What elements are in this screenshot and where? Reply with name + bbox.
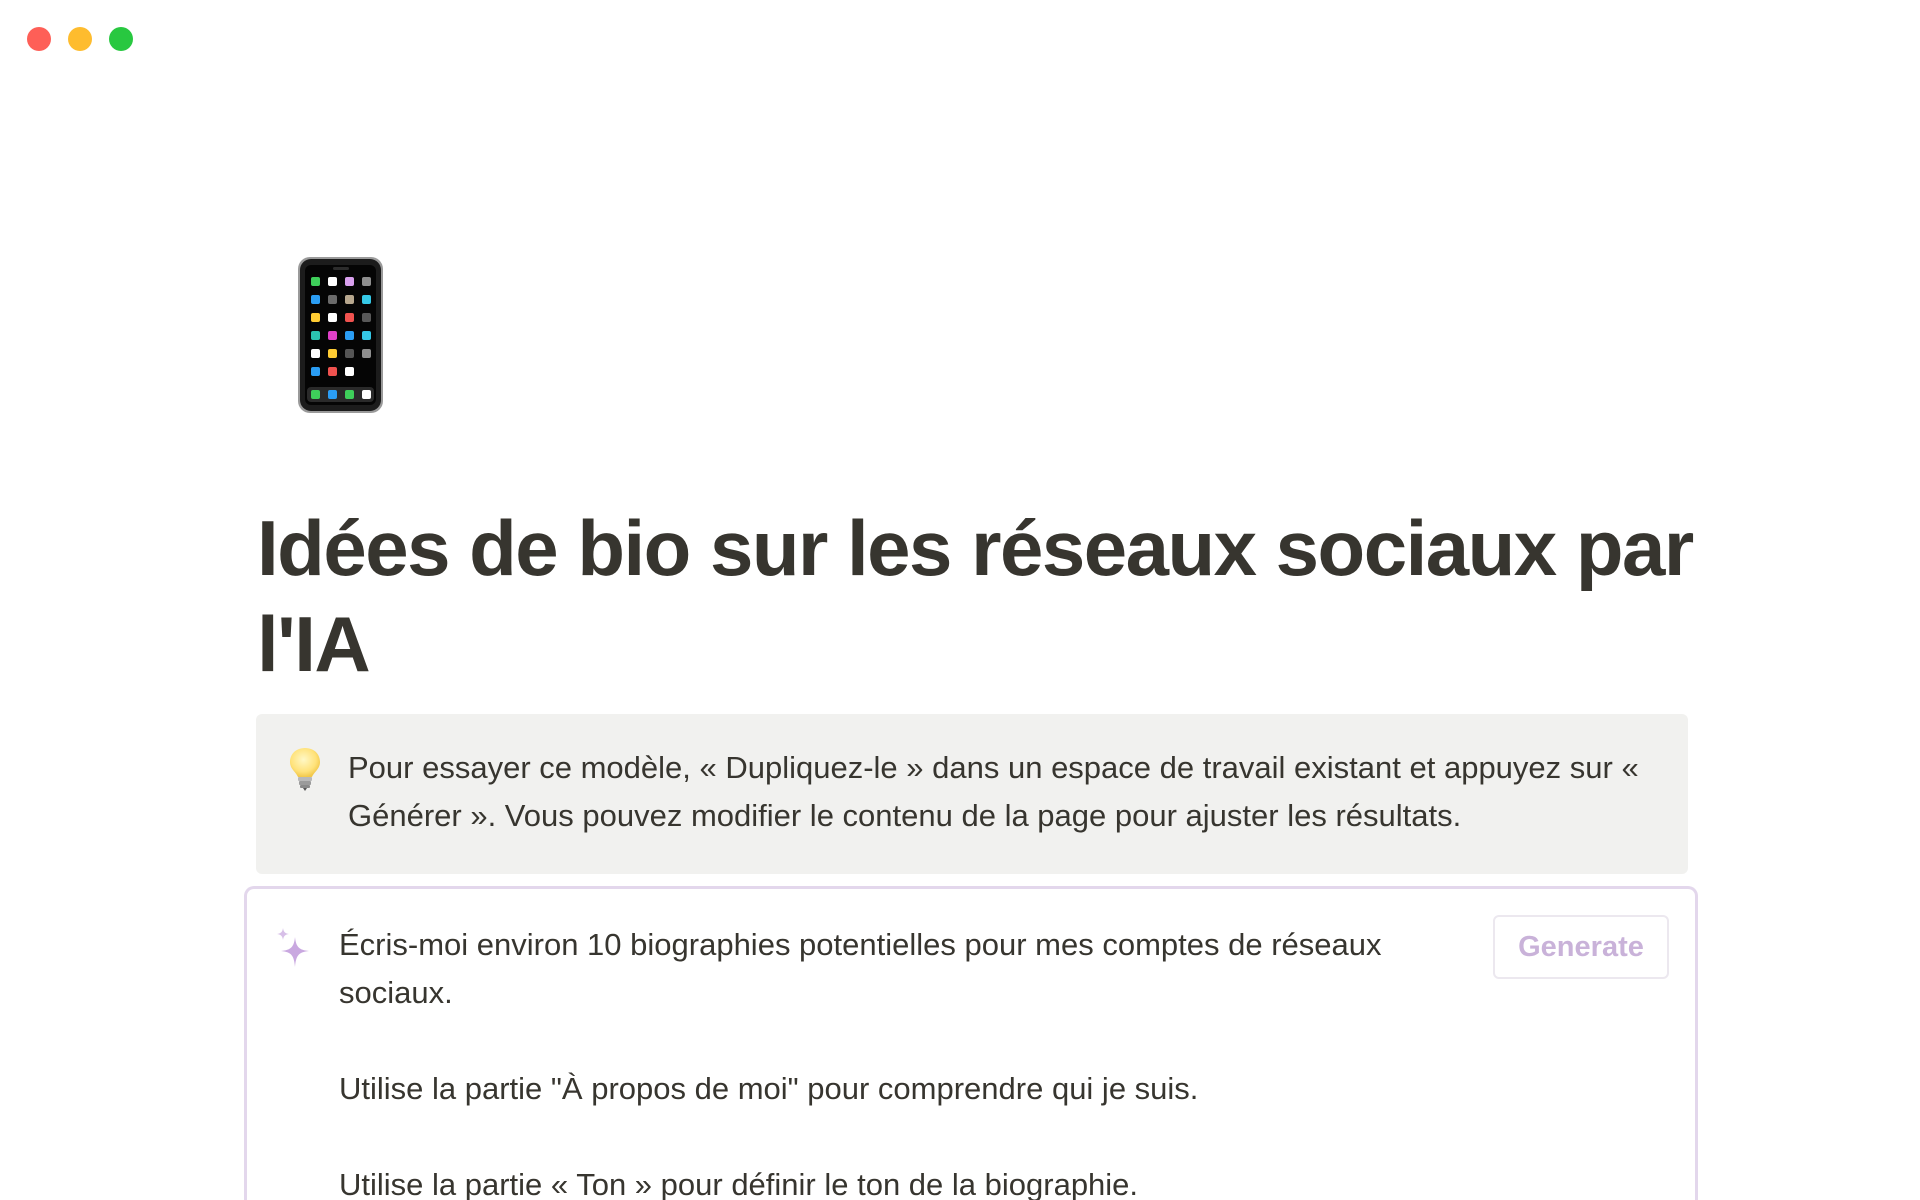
- prompt-line: Utilise la partie "À propos de moi" pour…: [339, 1071, 1199, 1106]
- ai-prompt-block[interactable]: Écris-moi environ 10 biographies potenti…: [244, 886, 1698, 1200]
- window-controls: [27, 27, 133, 51]
- page: Idées de bio sur les réseaux sociaux par…: [0, 0, 1920, 1200]
- sparkle-icon: [275, 927, 311, 969]
- page-title[interactable]: Idées de bio sur les réseaux sociaux par…: [257, 500, 1717, 692]
- prompt-line: Écris-moi environ 10 biographies potenti…: [339, 927, 1382, 1010]
- callout-block[interactable]: Pour essayer ce modèle, « Dupliquez-le »…: [256, 714, 1688, 874]
- light-bulb-icon[interactable]: [288, 746, 322, 792]
- minimize-window-button[interactable]: [68, 27, 92, 51]
- zoom-window-button[interactable]: [109, 27, 133, 51]
- close-window-button[interactable]: [27, 27, 51, 51]
- mobile-phone-icon[interactable]: [297, 256, 384, 414]
- callout-text[interactable]: Pour essayer ce modèle, « Dupliquez-le »…: [348, 744, 1668, 840]
- ai-prompt-text[interactable]: Écris-moi environ 10 biographies potenti…: [339, 921, 1479, 1200]
- generate-button[interactable]: Generate: [1493, 915, 1669, 979]
- prompt-line: Utilise la partie « Ton » pour définir l…: [339, 1167, 1139, 1200]
